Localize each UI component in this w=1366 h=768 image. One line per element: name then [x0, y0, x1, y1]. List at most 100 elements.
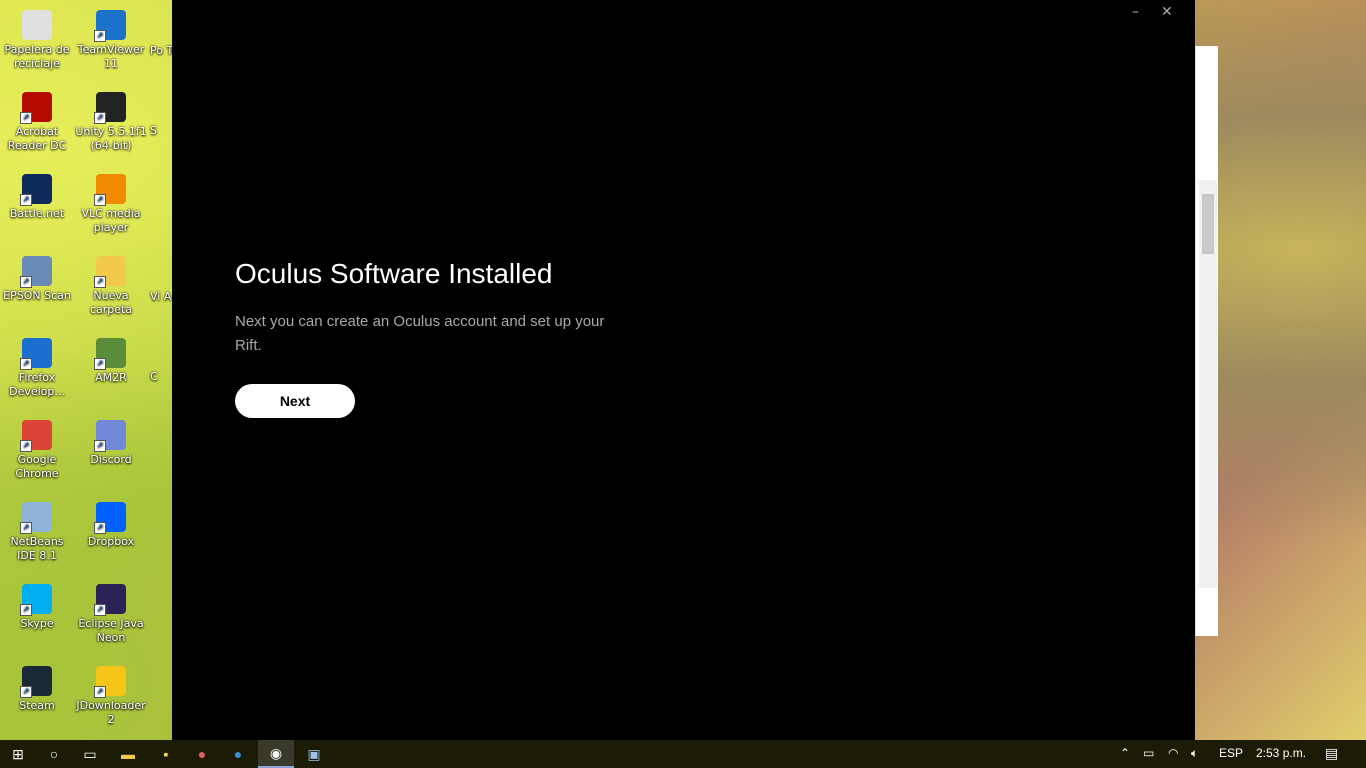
desktop-icon-label: Nueva carpeta: [89, 289, 133, 316]
desktop-icon[interactable]: ↗ Battle.net: [0, 168, 74, 221]
shortcut-arrow-icon: ↗: [94, 30, 106, 42]
shortcut-arrow-icon: ↗: [20, 440, 32, 452]
oculus-setup-window: – ✕ Oculus Software Installed Next you c…: [172, 0, 1195, 740]
taskbar-remote-desktop[interactable]: ▣: [298, 740, 330, 768]
battlenet-icon: ↗: [20, 174, 52, 206]
search-button[interactable]: ○: [38, 740, 70, 768]
shortcut-arrow-icon: ↗: [94, 112, 106, 124]
shortcut-arrow-icon: ↗: [94, 604, 106, 616]
desktop-icon-label: Eclipse Java Neon: [78, 617, 144, 644]
desktop-icon[interactable]: ↗ EPSON Scan: [0, 250, 74, 303]
desktop-icon[interactable]: ↗ Google Chrome: [0, 414, 74, 481]
taskbar-sticky-notes[interactable]: ▪: [150, 740, 182, 768]
start-button[interactable]: ⊞: [0, 740, 36, 768]
desktop-icon[interactable]: ↗ Steam: [0, 660, 74, 713]
desktop-icon[interactable]: ↗ NetBeans IDE 8.1: [0, 496, 74, 563]
wifi-icon[interactable]: ◠: [1168, 746, 1178, 760]
shortcut-arrow-icon: ↗: [20, 276, 32, 288]
jdownloader-icon: ↗: [94, 666, 126, 698]
shortcut-arrow-icon: ↗: [20, 522, 32, 534]
battery-icon[interactable]: ▭: [1143, 746, 1154, 760]
cortana-circle-icon: ○: [49, 746, 59, 762]
desktop-icon[interactable]: ↗ AM2R: [74, 332, 148, 385]
acrobat-icon: ↗: [20, 92, 52, 124]
desktop-icon-label: Skype: [20, 617, 54, 630]
desktop: Papelera de reciclaje ↗ TeamViewer 11 ↗ Acro…: [0, 0, 189, 740]
desktop-icon-label: JDownloader 2: [76, 699, 146, 726]
shortcut-arrow-icon: ↗: [94, 358, 106, 370]
netbeans-icon: ↗: [20, 502, 52, 534]
desktop-icon-label: AM2R: [95, 371, 127, 384]
desktop-icon[interactable]: ↗ Skype: [0, 578, 74, 631]
desktop-icon-label: TeamViewer 11: [77, 43, 145, 70]
desktop-icon[interactable]: ↗ JDownloader 2: [74, 660, 148, 727]
taskbar: ⊞ ○ ▭ ▬ ▪ ● ● ◉ ▣ ⌃ ▭ ◠ 🔈︎ ESP 2:53 p.m.…: [0, 740, 1366, 768]
taskbar-file-explorer[interactable]: ▬: [112, 740, 144, 768]
dropbox-icon: ↗: [94, 502, 126, 534]
eclipse-icon: ↗: [94, 584, 126, 616]
vlc-icon: ↗: [94, 174, 126, 206]
show-hidden-icons-chevron-icon[interactable]: ⌃: [1120, 746, 1130, 760]
shortcut-arrow-icon: ↗: [94, 194, 106, 206]
minimize-button[interactable]: –: [1132, 4, 1139, 20]
close-button[interactable]: ✕: [1161, 4, 1173, 20]
app-icon: ●: [197, 746, 207, 762]
desktop-icon-label: NetBeans IDE 8.1: [10, 535, 64, 562]
discord-icon: ↗: [94, 420, 126, 452]
taskbar-app[interactable]: ●: [186, 740, 218, 768]
shortcut-arrow-icon: ↗: [20, 194, 32, 206]
desktop-icon[interactable]: ↗ Firefox Develop...: [0, 332, 74, 399]
volume-icon[interactable]: 🔈︎: [1191, 746, 1198, 761]
desktop-icon[interactable]: ↗ Unity 5.5.1f1 (64-bit): [74, 86, 148, 153]
desktop-icon-label: Unity 5.5.1f1 (64-bit): [75, 125, 147, 152]
desktop-icon-label: Dropbox: [87, 535, 135, 548]
desktop-icon[interactable]: ↗ Acrobat Reader DC: [0, 86, 74, 153]
recycle-bin-icon: [22, 10, 52, 40]
task-view-button[interactable]: ▭: [74, 740, 106, 768]
desktop-icon-label: Steam: [19, 699, 55, 712]
desktop-icon-label: EPSON Scan: [3, 289, 71, 302]
desktop-icon-label: Papelera de reciclaje: [4, 43, 70, 70]
taskbar-firefox[interactable]: ●: [222, 740, 254, 768]
language-indicator[interactable]: ESP: [1219, 746, 1243, 760]
desktop-icon[interactable]: ↗ TeamViewer 11: [74, 4, 148, 71]
shortcut-arrow-icon: ↗: [94, 276, 106, 288]
am2r-icon: ↗: [94, 338, 126, 370]
desktop-icon[interactable]: ↗ Discord: [74, 414, 148, 467]
task-view-icon: ▭: [83, 745, 97, 762]
chrome-icon: ↗: [20, 420, 52, 452]
desktop-icon-label: Vi A: [150, 290, 172, 303]
scrollbar-thumb[interactable]: [1202, 194, 1214, 254]
desktop-icon[interactable]: Papelera de reciclaje: [0, 4, 74, 71]
page-title: Oculus Software Installed: [235, 258, 553, 289]
shortcut-arrow-icon: ↗: [20, 358, 32, 370]
skype-icon: ↗: [20, 584, 52, 616]
shortcut-arrow-icon: ↗: [94, 440, 106, 452]
action-center-icon[interactable]: ▤: [1325, 745, 1338, 762]
shortcut-arrow-icon: ↗: [20, 604, 32, 616]
desktop-icon[interactable]: ↗ VLC media player: [74, 168, 148, 235]
desktop-icon-label: Battle.net: [9, 207, 65, 220]
desktop-icon-label: Google Chrome: [15, 453, 59, 480]
folder-icon: ▬: [121, 746, 135, 762]
desktop-icon-label: Firefox Develop...: [9, 371, 65, 398]
clock[interactable]: 2:53 p.m.: [1256, 746, 1306, 760]
oculus-icon: ◉: [269, 744, 283, 761]
page-subtitle: Next you can create an Oculus account an…: [235, 313, 605, 354]
epson-icon: ↗: [20, 256, 52, 288]
next-button[interactable]: Next: [235, 384, 355, 418]
desktop-icon-label: C: [150, 370, 158, 383]
desktop-icon-label: S: [150, 124, 157, 137]
firefox-icon: ●: [233, 746, 243, 762]
shortcut-arrow-icon: ↗: [94, 522, 106, 534]
unity-icon: ↗: [94, 92, 126, 124]
desktop-icon[interactable]: ↗ Nueva carpeta: [74, 250, 148, 317]
background-window-scrollbar[interactable]: [1199, 180, 1217, 588]
desktop-icon-label: VLC media player: [81, 207, 141, 234]
desktop-icon-label: Discord: [90, 453, 132, 466]
desktop-icon[interactable]: ↗ Dropbox: [74, 496, 148, 549]
sticky-note-icon: ▪: [163, 746, 169, 762]
desktop-icon[interactable]: ↗ Eclipse Java Neon: [74, 578, 148, 645]
shortcut-arrow-icon: ↗: [94, 686, 106, 698]
taskbar-oculus[interactable]: ◉: [258, 740, 294, 768]
